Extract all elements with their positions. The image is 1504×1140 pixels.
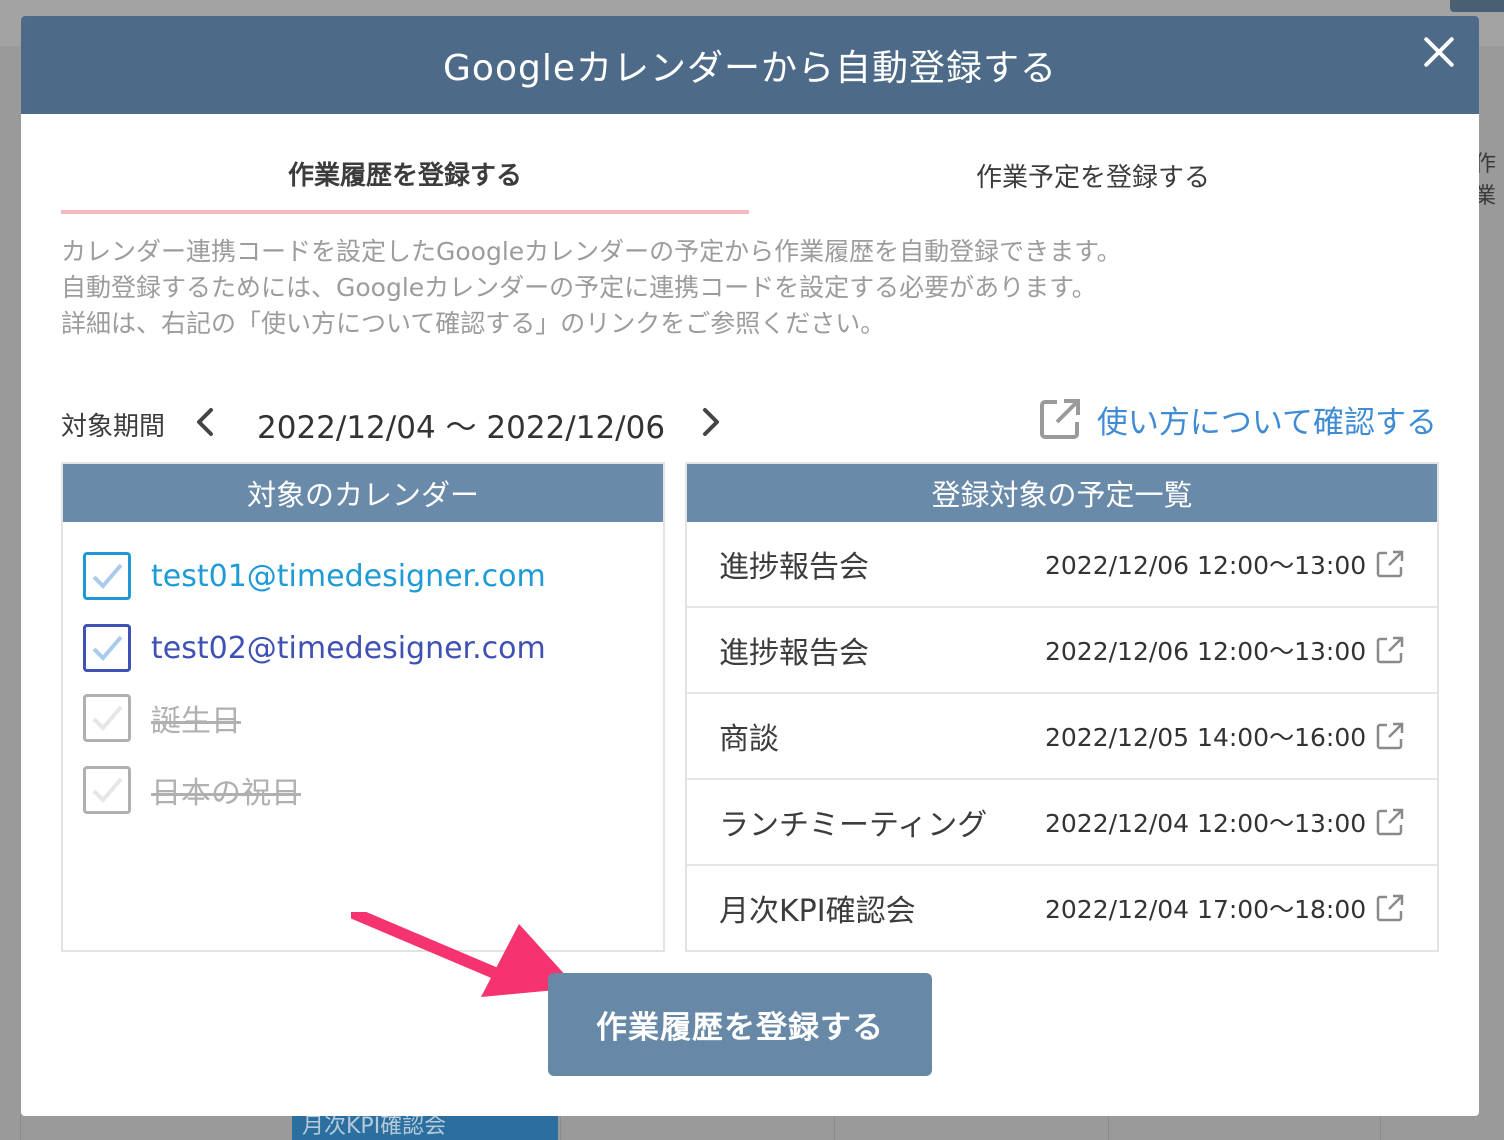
calendar-label: test01@timedesigner.com [151,558,546,594]
event-row[interactable]: 進捗報告会 2022/12/06 12:00〜13:00 [687,608,1437,694]
help-link-label: 使い方について確認する [1096,404,1437,441]
events-panel: 登録対象の予定一覧 進捗報告会 2022/12/06 12:00〜13:00 進… [685,462,1439,952]
external-link-icon[interactable] [1375,721,1405,751]
event-row[interactable]: 進捗報告会 2022/12/06 12:00〜13:00 [687,522,1437,608]
tab-label: 作業履歴を登録する [287,160,522,191]
calendar-item-holidays[interactable]: 日本の祝日 [83,766,301,814]
background-grid-line [20,1115,21,1140]
close-icon[interactable] [1417,30,1461,74]
event-row[interactable]: ランチミーティング 2022/12/04 12:00〜13:00 [687,780,1437,866]
checkbox[interactable] [83,766,131,814]
chevron-right-icon[interactable] [695,402,725,442]
period-label: 対象期間 [61,412,166,442]
description-line: 自動登録するためには、Googleカレンダーの予定に連携コードを設定する必要があ… [61,273,1097,302]
event-row[interactable]: 商談 2022/12/05 14:00〜16:00 [687,694,1437,780]
submit-button-label: 作業履歴を登録する [596,1010,884,1046]
events-panel-title: 登録対象の予定一覧 [931,478,1193,512]
external-link-icon[interactable] [1375,807,1405,837]
annotation-arrow-icon [351,912,577,997]
modal-header: Googleカレンダーから自動登録する [21,16,1479,114]
check-icon [92,563,123,589]
help-link[interactable]: 使い方について確認する [1037,396,1437,442]
background-grid-line [834,1115,835,1140]
event-name: ランチミーティング [719,808,988,843]
tab-register-history[interactable]: 作業履歴を登録する [61,136,749,214]
external-link-icon[interactable] [1375,635,1405,665]
calendar-panel-title: 対象のカレンダー [246,478,479,512]
event-time: 2022/12/06 12:00〜13:00 [1045,637,1367,666]
period-value: 2022/12/04 〜 2022/12/06 [257,410,666,446]
event-time: 2022/12/05 14:00〜16:00 [1045,723,1367,752]
checkbox[interactable] [83,694,131,742]
background-grid-line [1108,1115,1109,1140]
description: カレンダー連携コードを設定したGoogleカレンダーの予定から作業履歴を自動登録… [61,234,1441,342]
calendar-panel-header: 対象のカレンダー [63,464,663,522]
tab-label: 作業予定を登録する [975,162,1210,193]
calendar-item-test01[interactable]: test01@timedesigner.com [83,552,546,600]
events-panel-header: 登録対象の予定一覧 [687,464,1437,522]
check-icon [92,705,123,731]
google-calendar-import-modal: Googleカレンダーから自動登録する 作業履歴を登録する 作業予定を登録する … [21,16,1479,1116]
background-grid-line [560,1115,561,1140]
calendar-panel: 対象のカレンダー test01@timedesigner.com test02@… [61,462,665,952]
tab-register-schedule[interactable]: 作業予定を登録する [749,136,1437,214]
check-icon [92,635,123,661]
event-name: 商談 [719,722,779,757]
calendar-item-birthdays[interactable]: 誕生日 [83,694,241,742]
event-time: 2022/12/04 12:00〜13:00 [1045,809,1367,838]
event-time: 2022/12/04 17:00〜18:00 [1045,895,1367,924]
background-grid-line [1380,1115,1381,1140]
calendar-label: 日本の祝日 [151,776,301,811]
description-line: カレンダー連携コードを設定したGoogleカレンダーの予定から作業履歴を自動登録… [61,237,1122,266]
external-link-icon [1039,399,1080,439]
calendar-label: 誕生日 [151,704,241,739]
checkbox[interactable] [83,624,131,672]
event-row[interactable]: 月次KPI確認会 2022/12/04 17:00〜18:00 [687,866,1437,950]
calendar-label: test02@timedesigner.com [151,630,546,666]
background-top-button [1450,0,1504,12]
chevron-left-icon[interactable] [191,402,221,442]
checkbox[interactable] [83,552,131,600]
calendar-item-test02[interactable]: test02@timedesigner.com [83,624,546,672]
external-link-icon[interactable] [1375,549,1405,579]
description-line: 詳細は、右記の「使い方について確認する」のリンクをご参照ください。 [61,309,886,338]
event-name: 進捗報告会 [719,550,869,585]
event-time: 2022/12/06 12:00〜13:00 [1045,551,1367,580]
register-history-button[interactable]: 作業履歴を登録する [548,973,932,1076]
check-icon [92,777,123,803]
external-link-icon[interactable] [1375,893,1405,923]
modal-title: Googleカレンダーから自動登録する [443,48,1057,89]
event-name: 月次KPI確認会 [719,894,916,929]
event-name: 進捗報告会 [719,636,869,671]
